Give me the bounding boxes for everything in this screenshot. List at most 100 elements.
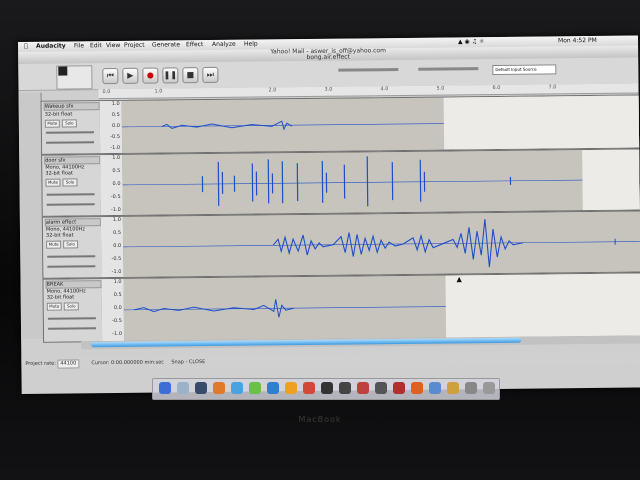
- track-control-panel: alarm effect Mono, 44100Hz 32-bit float …: [42, 217, 103, 278]
- pan-slider[interactable]: [47, 265, 96, 268]
- track-format: 32-bit float: [44, 111, 73, 118]
- track-control-panel: door sfx Mono, 44100Hz 32-bit float Mute…: [42, 155, 102, 216]
- app-icon[interactable]: [357, 382, 369, 394]
- skip-start-button[interactable]: ⏮: [102, 67, 119, 85]
- track-2[interactable]: door sfx Mono, 44100Hz 32-bit float Mute…: [41, 148, 640, 217]
- scale-label: -0.5: [110, 133, 121, 141]
- snap-setting[interactable]: Snap - CLOSE: [171, 356, 205, 368]
- track-4[interactable]: BREAK Mono, 44100Hz 32-bit float Mute So…: [42, 272, 640, 343]
- waveform-area[interactable]: [121, 95, 640, 153]
- menu-effect[interactable]: Effect: [186, 40, 203, 50]
- gain-slider[interactable]: [47, 317, 96, 320]
- track-format: 32-bit float: [45, 170, 73, 177]
- track-name-menu[interactable]: Wakeup sfx: [43, 102, 100, 111]
- system-preferences-icon[interactable]: [465, 382, 477, 394]
- play-button[interactable]: ▶: [122, 67, 139, 84]
- project-rate-value[interactable]: 44100: [57, 359, 80, 369]
- status-bar: Project rate: 44100 Cursor: 0:00.000000 …: [21, 351, 640, 370]
- laptop-screen:  Audacity File Edit View Project Genera…: [18, 35, 640, 394]
- amplitude-scale: 1.0 0.5 0.0 -0.5 -1.0: [101, 278, 126, 342]
- dashboard-icon[interactable]: [177, 382, 189, 394]
- track-control-panel: BREAK Mono, 44100Hz 32-bit float Mute So…: [43, 279, 104, 342]
- waveform-area[interactable]: [122, 149, 640, 215]
- clock-icon[interactable]: [195, 382, 207, 394]
- menu-generate[interactable]: Generate: [152, 40, 180, 50]
- scale-label: -1.0: [111, 268, 122, 276]
- safari-icon[interactable]: [231, 382, 243, 394]
- scale-label: 1.0: [113, 278, 122, 286]
- scale-label: 0.0: [113, 304, 122, 312]
- scale-label: 0.5: [113, 291, 122, 299]
- apple-icon[interactable]: : [24, 42, 28, 52]
- gain-slider[interactable]: [46, 193, 95, 196]
- ichat-icon[interactable]: [249, 382, 261, 394]
- pan-slider[interactable]: [47, 327, 97, 330]
- scale-label: -1.0: [112, 330, 123, 338]
- pan-slider[interactable]: [46, 203, 95, 206]
- scale-label: -1.0: [110, 206, 121, 214]
- pause-button[interactable]: ❚❚: [162, 67, 179, 84]
- clapper-icon[interactable]: [339, 382, 351, 394]
- amplitude-scale: 1.0 0.5 0.0 -0.5 -1.0: [100, 154, 124, 216]
- waveform-area[interactable]: [122, 211, 640, 277]
- mute-button[interactable]: Mute: [46, 302, 62, 311]
- input-source-select[interactable]: Default Input Source: [492, 64, 557, 76]
- itunes-icon[interactable]: [429, 382, 441, 394]
- solo-button[interactable]: Solo: [61, 119, 77, 128]
- menu-clock[interactable]: Mon 4:52 PM: [558, 36, 597, 46]
- menu-app-name[interactable]: Audacity: [36, 42, 66, 52]
- app-icon[interactable]: [393, 382, 405, 394]
- app-icon[interactable]: [375, 382, 387, 394]
- status-icons: ▲ ◉ ♫ ⚛: [457, 38, 485, 46]
- scale-label: 1.0: [111, 100, 120, 108]
- stop-button[interactable]: ■: [182, 67, 199, 84]
- mail-icon[interactable]: [267, 382, 279, 394]
- mouse-cursor-icon: ▲: [456, 275, 462, 284]
- solo-button[interactable]: Solo: [63, 240, 79, 249]
- menu-view[interactable]: View: [106, 41, 120, 51]
- mute-button[interactable]: Mute: [45, 178, 61, 187]
- menu-project[interactable]: Project: [124, 41, 145, 51]
- menu-file[interactable]: File: [74, 41, 84, 51]
- track-format: 32-bit float: [46, 294, 75, 301]
- menu-edit[interactable]: Edit: [90, 41, 102, 51]
- finder-icon[interactable]: [159, 382, 171, 394]
- mute-button[interactable]: Mute: [44, 119, 60, 128]
- solo-button[interactable]: Solo: [63, 302, 79, 311]
- ruler-tick: 2.0: [268, 87, 277, 94]
- gain-slider[interactable]: [45, 131, 94, 134]
- app-icon[interactable]: [321, 382, 333, 394]
- skip-end-button[interactable]: ⏭: [202, 66, 219, 84]
- menu-help[interactable]: Help: [244, 39, 258, 49]
- scale-label: 0.0: [112, 180, 121, 188]
- vlc-icon[interactable]: [285, 382, 297, 394]
- solo-button[interactable]: Solo: [62, 178, 78, 187]
- amplitude-scale: 1.0 0.5 0.0 -0.5 -1.0: [100, 216, 125, 278]
- track-1[interactable]: Wakeup sfx 32-bit float Mute Solo 1.0 0.…: [40, 94, 640, 155]
- track-3[interactable]: alarm effect Mono, 44100Hz 32-bit float …: [41, 210, 640, 279]
- firefox-icon[interactable]: [213, 382, 225, 394]
- trash-icon[interactable]: [483, 382, 495, 394]
- waveform: [123, 299, 446, 318]
- track-control-panel: Wakeup sfx 32-bit float Mute Solo: [41, 101, 102, 154]
- waveform: [123, 219, 640, 268]
- mute-button[interactable]: Mute: [46, 240, 62, 249]
- menu-analyze[interactable]: Analyze: [212, 40, 236, 50]
- ruler-tick: 6.0: [492, 84, 501, 92]
- input-volume-slider[interactable]: [418, 67, 479, 71]
- scale-label: 0.0: [113, 242, 122, 250]
- scale-label: -0.5: [110, 193, 121, 201]
- record-button[interactable]: ●: [142, 67, 159, 84]
- waveform-area[interactable]: ▲: [123, 273, 640, 341]
- pan-slider[interactable]: [46, 141, 95, 144]
- selection-tool-icon[interactable]: [58, 66, 68, 76]
- scale-label: 0.5: [112, 167, 121, 175]
- gain-slider[interactable]: [47, 255, 96, 258]
- output-volume-slider[interactable]: [338, 68, 399, 72]
- scale-label: -0.5: [112, 317, 122, 325]
- ruler-tick: 1.0: [154, 88, 163, 95]
- garageband-icon[interactable]: [411, 382, 423, 394]
- app-icon[interactable]: [303, 382, 315, 394]
- project-rate-label: Project rate:: [25, 360, 56, 367]
- app-icon[interactable]: [447, 382, 459, 394]
